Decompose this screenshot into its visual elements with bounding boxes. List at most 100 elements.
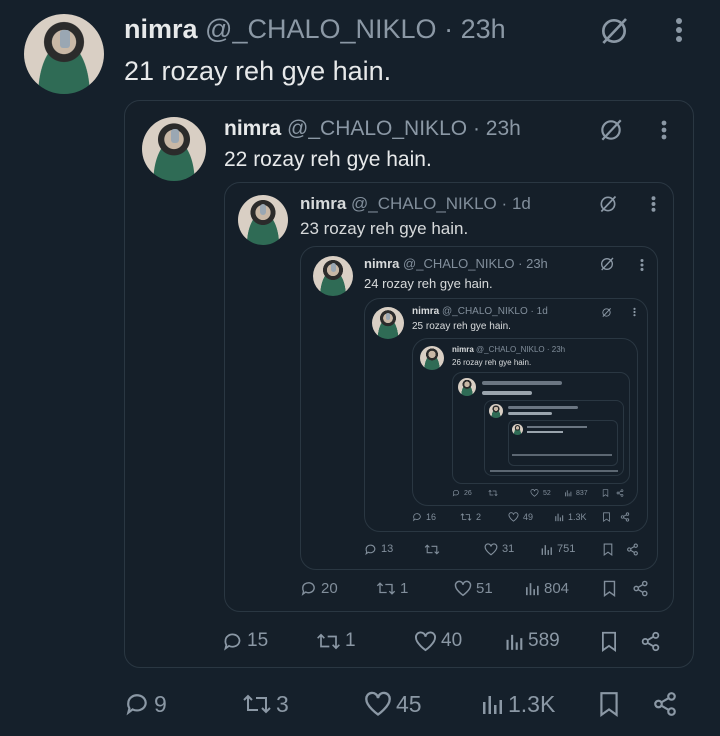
like-button[interactable]: 51 xyxy=(454,580,493,597)
avatar[interactable] xyxy=(24,14,104,94)
like-button[interactable]: 40 xyxy=(414,630,462,652)
share-button[interactable] xyxy=(626,543,639,556)
handle[interactable]: @_CHALO_NIKLO xyxy=(442,306,528,317)
tweet-actions: 9 3 45 1.3K xyxy=(124,684,684,724)
reply-count: 15 xyxy=(247,630,269,651)
share-button[interactable] xyxy=(652,691,678,717)
repost-count: 1 xyxy=(400,579,409,597)
reply-count: 26 xyxy=(464,489,472,497)
like-count: 31 xyxy=(502,543,515,555)
slashed-circle-icon[interactable] xyxy=(596,193,620,215)
views-button[interactable]: 837 xyxy=(564,489,588,497)
reply-button[interactable]: 20 xyxy=(300,580,338,597)
more-icon[interactable] xyxy=(646,193,660,215)
timestamp[interactable]: 23h xyxy=(461,14,506,44)
like-button[interactable]: 52 xyxy=(530,489,551,497)
slashed-circle-icon[interactable] xyxy=(596,116,626,144)
reply-button[interactable]: 16 xyxy=(412,512,436,522)
timestamp[interactable]: 23h xyxy=(552,345,565,354)
share-button[interactable] xyxy=(616,489,624,497)
share-button[interactable] xyxy=(640,631,661,652)
repost-count: 1 xyxy=(345,630,356,651)
slashed-circle-icon[interactable] xyxy=(600,306,612,318)
handle[interactable]: @_CHALO_NIKLO xyxy=(287,117,467,140)
tweet-header: nimra @_CHALO_NIKLO · 1d xyxy=(300,194,531,213)
like-count: 40 xyxy=(441,630,463,651)
bookmark-button[interactable] xyxy=(602,512,611,522)
like-count: 49 xyxy=(523,512,534,522)
repost-button[interactable] xyxy=(424,543,444,556)
timestamp[interactable]: 23h xyxy=(486,117,521,140)
tweet-actions: 20 1 51 804 xyxy=(300,576,660,600)
display-name[interactable]: nimra xyxy=(124,14,198,44)
repost-button[interactable] xyxy=(488,489,498,497)
view-count: 589 xyxy=(528,630,560,651)
nested-header-placeholder xyxy=(482,381,562,385)
avatar[interactable] xyxy=(372,307,404,339)
avatar[interactable] xyxy=(489,404,503,418)
bookmark-button[interactable] xyxy=(602,580,617,597)
avatar[interactable] xyxy=(238,195,288,245)
timestamp[interactable]: 23h xyxy=(526,256,548,271)
reply-button[interactable]: 9 xyxy=(124,691,167,718)
tweet-header: nimra @_CHALO_NIKLO · 23h xyxy=(364,256,548,271)
avatar[interactable] xyxy=(458,378,476,396)
views-button[interactable]: 751 xyxy=(540,543,575,556)
repost-count: 2 xyxy=(476,512,482,522)
repost-button[interactable]: 1 xyxy=(316,630,356,652)
avatar[interactable] xyxy=(142,117,206,181)
more-icon[interactable] xyxy=(654,116,674,144)
avatar[interactable] xyxy=(420,346,444,370)
repost-button[interactable]: 2 xyxy=(460,512,481,522)
display-name[interactable]: nimra xyxy=(224,117,281,140)
nested-text-placeholder xyxy=(527,431,563,433)
like-button[interactable]: 31 xyxy=(484,542,515,556)
nested-actions-placeholder xyxy=(490,470,618,472)
display-name[interactable]: nimra xyxy=(412,306,439,317)
repost-button[interactable]: 3 xyxy=(242,691,289,718)
repost-button[interactable]: 1 xyxy=(376,580,408,597)
share-button[interactable] xyxy=(620,512,630,522)
view-count: 837 xyxy=(576,489,588,497)
timestamp[interactable]: 1d xyxy=(537,306,548,317)
tweet-header: nimra @_CHALO_NIKLO · 23h xyxy=(224,117,521,140)
more-icon[interactable] xyxy=(636,256,648,274)
slashed-circle-icon[interactable] xyxy=(598,255,616,273)
avatar[interactable] xyxy=(512,424,523,435)
tweet-text: 21 rozay reh gye hain. xyxy=(124,56,392,86)
reply-button[interactable]: 26 xyxy=(452,489,472,497)
handle[interactable]: @_CHALO_NIKLO xyxy=(351,194,497,213)
handle[interactable]: @_CHALO_NIKLO xyxy=(476,345,545,354)
tweet-actions: 16 2 49 1.3K xyxy=(412,510,638,524)
slashed-circle-icon[interactable] xyxy=(596,14,632,48)
reply-count: 16 xyxy=(426,512,437,522)
reply-button[interactable]: 13 xyxy=(364,543,393,556)
handle[interactable]: @_CHALO_NIKLO xyxy=(205,14,437,44)
more-icon[interactable] xyxy=(630,306,638,318)
display-name[interactable]: nimra xyxy=(364,256,399,271)
like-count: 52 xyxy=(543,489,551,497)
more-icon[interactable] xyxy=(664,12,694,48)
display-name[interactable]: nimra xyxy=(300,194,346,213)
tweet-text: 25 rozay reh gye hain. xyxy=(412,321,511,332)
views-button[interactable]: 1.3K xyxy=(554,512,587,522)
timestamp[interactable]: 1d xyxy=(512,194,531,213)
bookmark-button[interactable] xyxy=(602,489,609,497)
bookmark-button[interactable] xyxy=(598,691,620,717)
bookmark-button[interactable] xyxy=(600,631,618,652)
display-name[interactable]: nimra xyxy=(452,345,474,354)
reply-count: 13 xyxy=(381,543,394,555)
reply-button[interactable]: 15 xyxy=(222,630,268,652)
tweet-text: 23 rozay reh gye hain. xyxy=(300,219,469,238)
like-button[interactable]: 49 xyxy=(508,512,533,522)
views-button[interactable]: 1.3K xyxy=(480,691,555,718)
like-button[interactable]: 45 xyxy=(364,691,422,718)
bookmark-button[interactable] xyxy=(602,543,614,556)
handle[interactable]: @_CHALO_NIKLO xyxy=(403,256,514,271)
avatar[interactable] xyxy=(313,256,353,296)
views-button[interactable]: 589 xyxy=(504,630,560,652)
tweet-header: nimra @_CHALO_NIKLO · 23h xyxy=(124,14,506,44)
tweet-actions: 13 31 751 xyxy=(364,540,648,558)
share-button[interactable] xyxy=(632,580,649,597)
views-button[interactable]: 804 xyxy=(524,580,569,597)
